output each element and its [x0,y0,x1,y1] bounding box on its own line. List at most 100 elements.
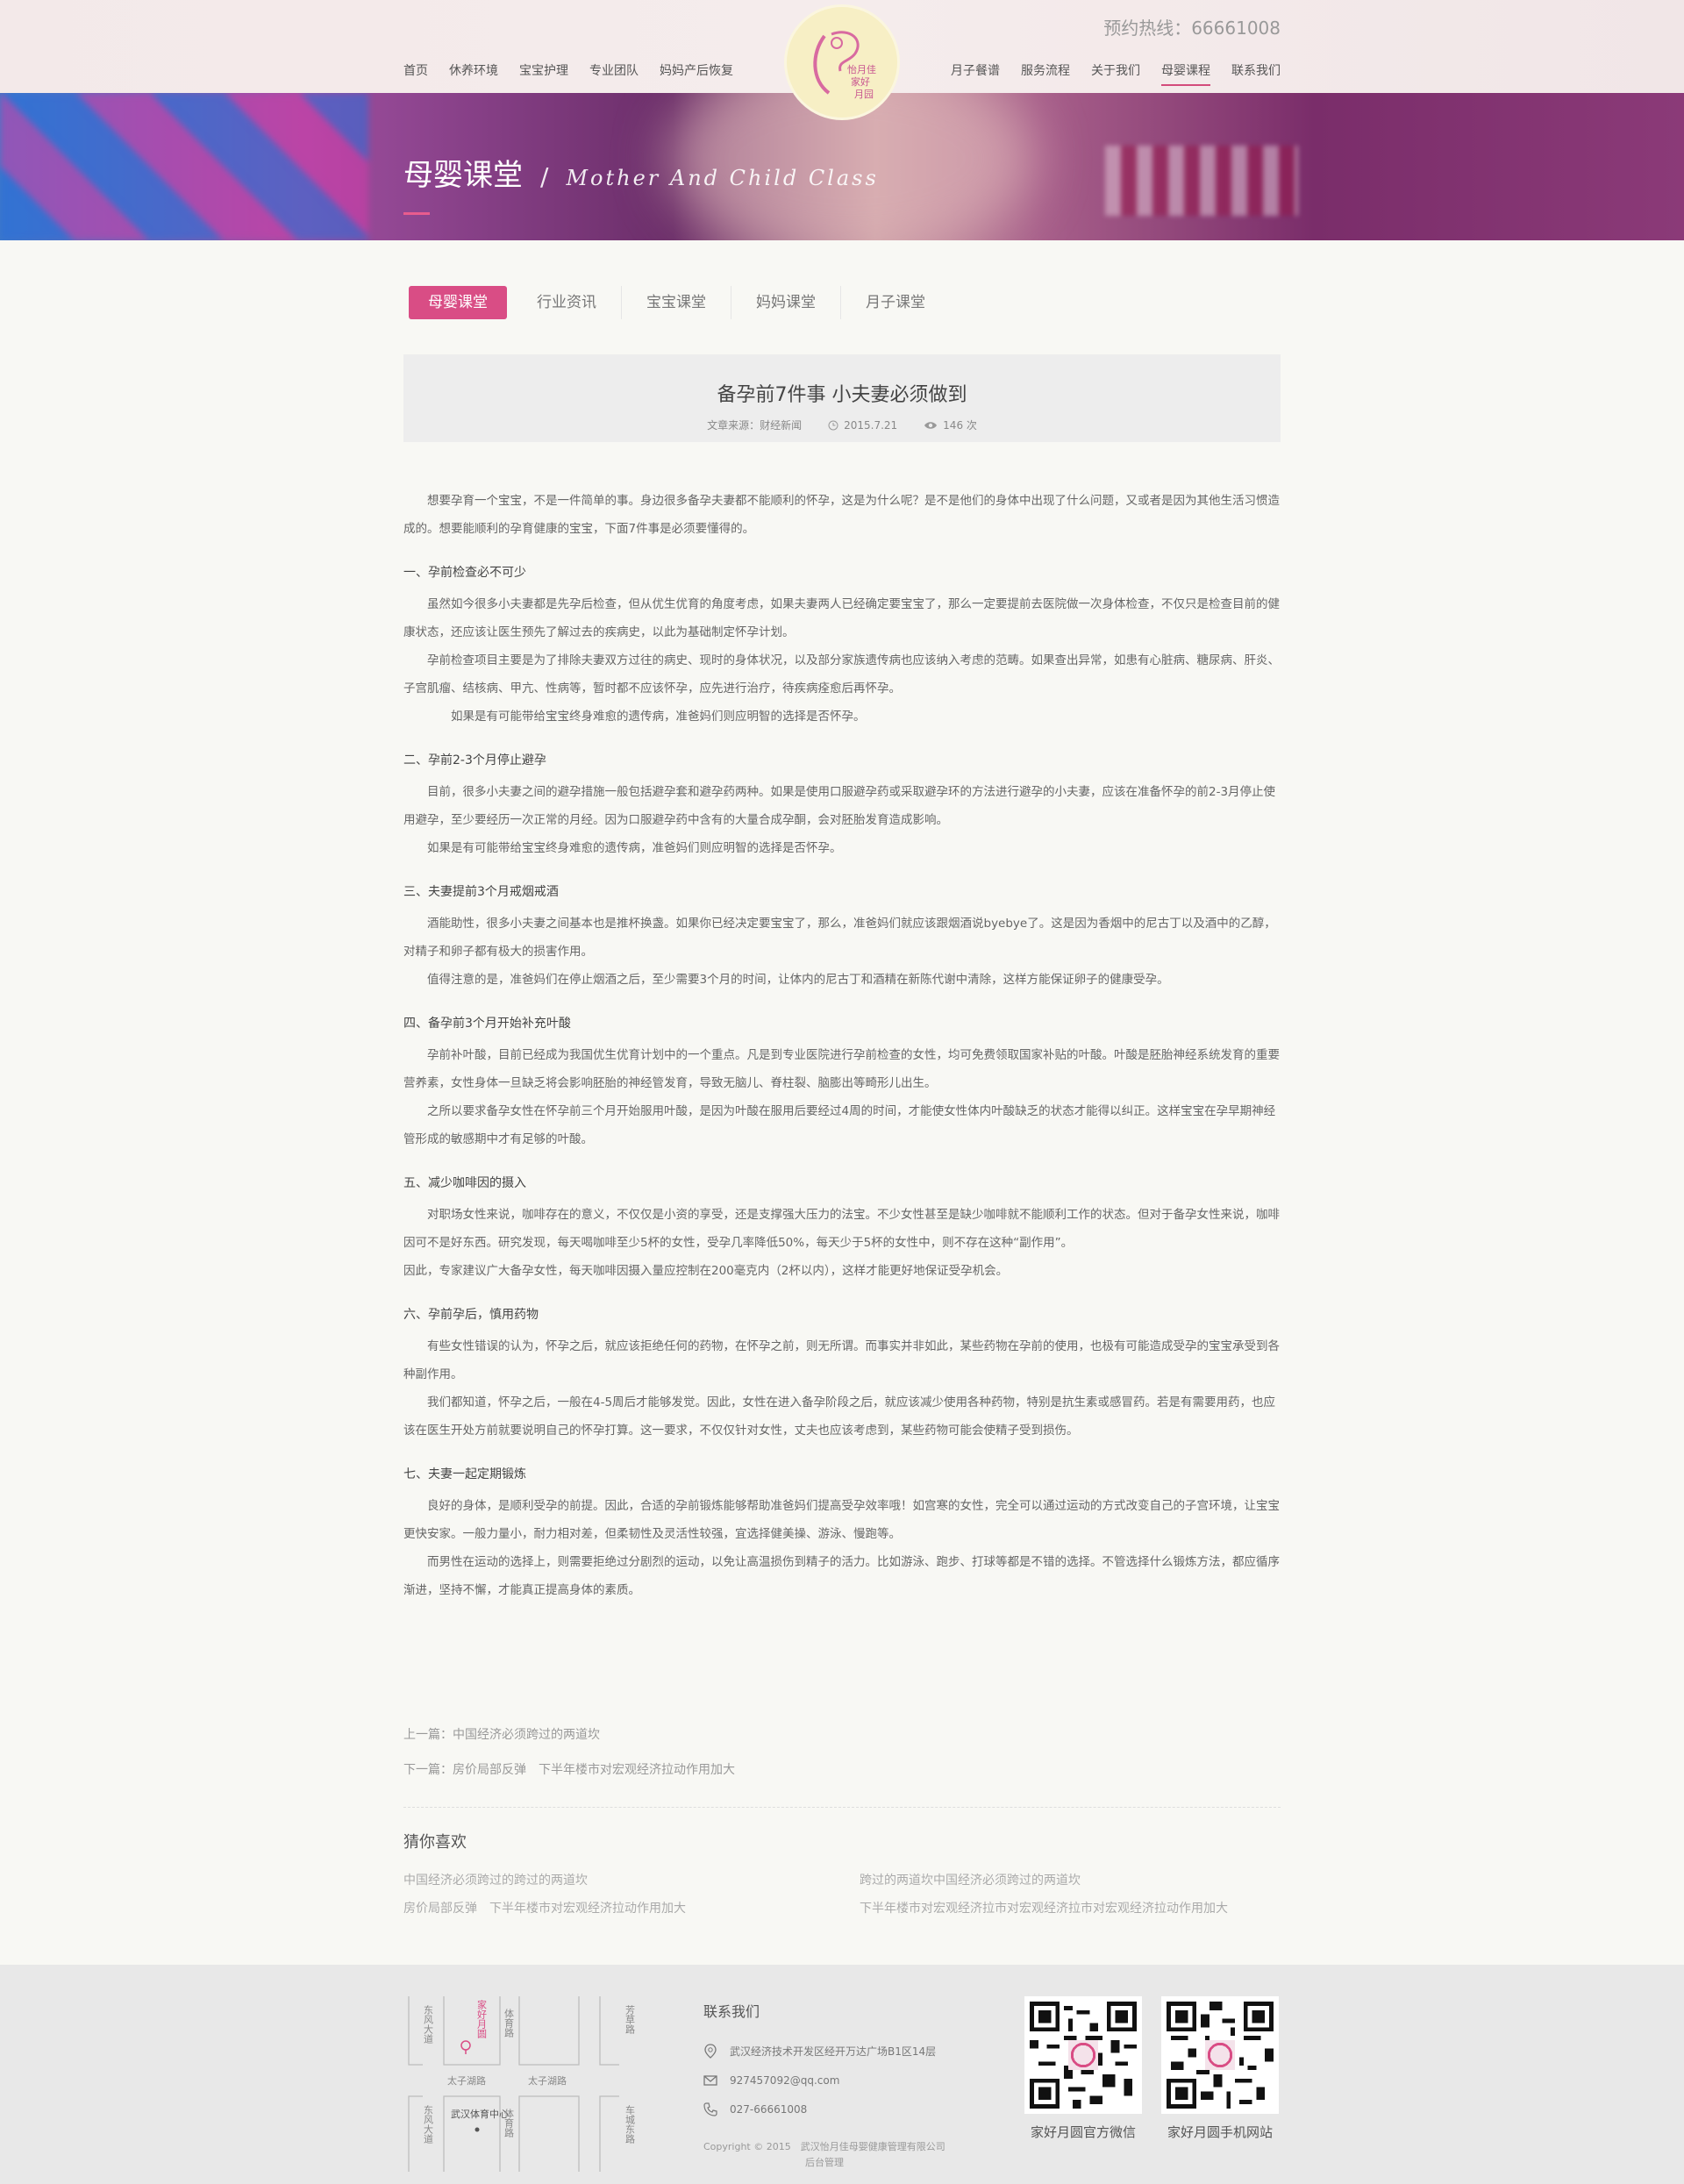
svg-text:家好: 家好 [851,75,870,88]
tab-mother-child[interactable]: 母婴课堂 [409,286,507,319]
section-heading: 七、夫妻一起定期锻炼 [403,1467,526,1481]
section-paragraph: 良好的身体，是顺利受孕的前提。因此，合适的孕前锻炼能够帮助准爸妈们提高受孕效率哦… [403,1499,1280,1541]
map-label: 东风大道 [423,2105,434,2144]
nav-postpartum[interactable]: 妈妈产后恢复 [660,61,733,79]
section-heading: 一、孕前检查必不可少 [403,566,526,580]
next-article-link[interactable]: 房价局部反弹 下半年楼市对宏观经济拉动作用加大 [453,1763,735,1777]
tab-baby-class[interactable]: 宝宝课堂 [622,286,731,319]
section-heading: 三、夫妻提前3个月戒烟戒酒 [403,885,559,899]
map-label: 东风大道 [423,2005,434,2044]
article-views-wrap: 146 次 [924,418,977,432]
map-label: 芳草路 [624,2004,636,2035]
prev-article-link[interactable]: 中国经济必须跨过的两道坎 [453,1728,600,1742]
section-heading: 五、减少咖啡因的摄入 [403,1176,526,1190]
article-intro: 想要孕育一个宝宝，不是一件简单的事。身边很多备孕夫妻都不能顺利的怀孕，这是为什么… [403,494,1280,536]
guess-title: 猜你喜欢 [403,1833,467,1852]
hotline: 预约热线：66661008 [1103,18,1281,39]
qr-code-icon [1161,1996,1279,2114]
guess-link[interactable]: 跨过的两道坎中国经济必须跨过的两道坎 [860,1866,1281,1895]
section-heading: 二、孕前2-3个月停止避孕 [403,753,546,767]
article-header: 备孕前7件事 小夫妻必须做到 文章来源：财经新闻 2015.7.21 146 次 [403,354,1281,442]
section-paragraph: 之所以要求备孕女性在怀孕前三个月开始服用叶酸，是因为叶酸在服用后要经过4周的时间… [403,1104,1276,1146]
nav-environment[interactable]: 休养环境 [449,61,498,79]
divider [403,1807,1281,1808]
section-paragraph: 值得注意的是，准爸妈们在停止烟酒之后，至少需要3个月的时间，让体内的尼古丁和酒精… [427,973,1169,987]
address-text: 武汉经济技术开发区经开万达广场B1区14层 [730,2045,937,2058]
contact-address: 武汉经济技术开发区经开万达广场B1区14层 [703,2037,945,2066]
section-paragraph: 有些女性错误的认为，怀孕之后，就应该拒绝任何的药物，在怀孕之前，则无所谓。而事实… [403,1339,1280,1381]
article-body: 想要孕育一个宝宝，不是一件简单的事。身边很多备孕夫妻都不能顺利的怀孕，这是为什么… [403,487,1281,1604]
email-text[interactable]: 927457092@qq.com [730,2074,839,2087]
location-icon [704,2043,717,2059]
article-views: 146 次 [943,419,977,432]
prev-label: 上一篇： [403,1728,453,1742]
svg-text:月园: 月园 [854,89,874,100]
contact-title: 联系我们 [703,2003,760,2020]
category-tabs: 母婴课堂 行业资讯 宝宝课堂 妈妈课堂 月子课堂 [403,286,950,319]
map-label: 太子湖路 [528,2075,567,2087]
guess-link[interactable]: 中国经济必须跨过的跨过的两道坎 [403,1866,860,1895]
site-footer: 东风大道 家好月圆 体育路 芳草路 太子湖路 太子湖路 东风大道 武汉体育中心 … [0,1965,1684,2184]
guess-list: 中国经济必须跨过的跨过的两道坎 跨过的两道坎中国经济必须跨过的两道坎 房价局部反… [403,1866,1281,1923]
location-map[interactable]: 东风大道 家好月圆 体育路 芳草路 太子湖路 太子湖路 东风大道 武汉体育中心 … [403,1996,658,2172]
nav-team[interactable]: 专业团队 [589,61,639,79]
nav-home[interactable]: 首页 [403,61,428,79]
logo-mother-child-icon: 怡月佳 家好 月园 [813,31,876,100]
guess-link[interactable]: 房价局部反弹 下半年楼市对宏观经济拉动作用加大 [403,1895,860,1923]
nav-contact[interactable]: 联系我们 [1231,61,1281,79]
nav-meals[interactable]: 月子餐谱 [951,61,1000,79]
next-article: 下一篇：房价局部反弹 下半年楼市对宏观经济拉动作用加大 [403,1752,735,1788]
site-logo[interactable]: 怡月佳 家好 月园 [787,7,897,118]
section-paragraph: 如果是有可能带给宝宝终身难愈的遗传病，准爸妈们则应明智的选择是否怀孕。 [451,710,866,724]
banner-title-cn: 母婴课堂 [403,158,523,193]
prev-next-nav: 上一篇：中国经济必须跨过的两道坎 下一篇：房价局部反弹 下半年楼市对宏观经济拉动… [403,1717,735,1788]
nav-baby-care[interactable]: 宝宝护理 [519,61,568,79]
section-heading: 四、备孕前3个月开始补充叶酸 [403,1017,571,1031]
contact-block: 联系我们 武汉经济技术开发区经开万达广场B1区14层 927457092@qq.… [703,2000,945,2171]
section-paragraph: 孕前补叶酸，目前已经成为我国优生优育计划中的一个重点。凡是到专业医院进行孕前检查… [403,1048,1280,1090]
banner-title-en: Mother And Child Class [566,166,879,190]
contact-email: 927457092@qq.com [703,2066,945,2095]
map-label: 武汉体育中心 [451,2108,509,2120]
svg-text:怡月佳: 怡月佳 [847,63,876,75]
section-paragraph: 我们都知道，怀孕之后，一般在4-5周后才能够发觉。因此，女性在进入备孕阶段之后，… [403,1395,1276,1438]
section-paragraph: 如果是有可能带给宝宝终身难愈的遗传病，准爸妈们则应明智的选择是否怀孕。 [427,841,842,855]
copyright: Copyright © 2015 武汉怡月佳母婴健康管理有限公司 后台管理 [703,2139,945,2171]
mail-icon [703,2074,717,2086]
admin-link[interactable]: 后台管理 [703,2155,945,2171]
map-dot-icon [475,2127,480,2132]
qr-mobile: 家好月圆手机网站 [1161,1996,1279,2141]
tab-confinement-class[interactable]: 月子课堂 [841,286,950,319]
prev-article: 上一篇：中国经济必须跨过的两道坎 [403,1717,735,1752]
banner-underline [403,212,430,215]
tab-mom-class[interactable]: 妈妈课堂 [731,286,841,319]
phone-icon [703,2102,717,2116]
tab-industry-news[interactable]: 行业资讯 [512,286,622,319]
qr-wechat: 家好月圆官方微信 [1024,1996,1142,2141]
banner-separator: / [540,162,549,191]
phone-text: 027-66661008 [730,2102,808,2116]
section-paragraph: 而男性在运动的选择上，则需要拒绝过分剧烈的运动，以免让高温损伤到精子的活力。比如… [403,1555,1280,1597]
nav-courses[interactable]: 母婴课程 [1161,61,1210,86]
section-paragraph: 因此，专家建议广大备孕女性，每天咖啡因摄入量应控制在200毫克内（2杯以内），这… [403,1264,1009,1278]
guess-link[interactable]: 下半年楼市对宏观经济拉市对宏观经济拉市对宏观经济拉动作用加大 [860,1895,1281,1923]
contact-phone: 027-66661008 [703,2095,945,2123]
banner-knit-decoration [1105,146,1298,216]
nav-about[interactable]: 关于我们 [1091,61,1140,79]
qr-mobile-label: 家好月圆手机网站 [1167,2124,1273,2140]
section-heading: 六、孕前孕后，慎用药物 [403,1308,539,1322]
map-label: 车城东路 [624,2104,636,2145]
article-title: 备孕前7件事 小夫妻必须做到 [717,384,967,406]
qr-code-icon [1024,1996,1142,2114]
map-label: 家好月圆 [476,1999,488,2039]
banner-blanket-decoration [0,93,368,240]
section-paragraph: 酒能助性，很多小夫妻之间基本也是推杯换盏。如果你已经决定要宝宝了，那么，准爸妈们… [403,917,1276,959]
nav-process[interactable]: 服务流程 [1021,61,1070,79]
banner-title: 母婴课堂 / Mother And Child Class [403,151,879,194]
map-label: 体育路 [503,2008,515,2038]
nav-left: 首页 休养环境 宝宝护理 专业团队 妈妈产后恢复 [403,61,754,79]
section-paragraph: 孕前检查项目主要是为了排除夫妻双方过往的病史、现时的身体状况，以及部分家族遗传病… [403,653,1280,696]
eye-icon [924,421,938,429]
copyright-text: Copyright © 2015 武汉怡月佳母婴健康管理有限公司 [703,2141,945,2152]
map-label: 太子湖路 [447,2075,486,2087]
